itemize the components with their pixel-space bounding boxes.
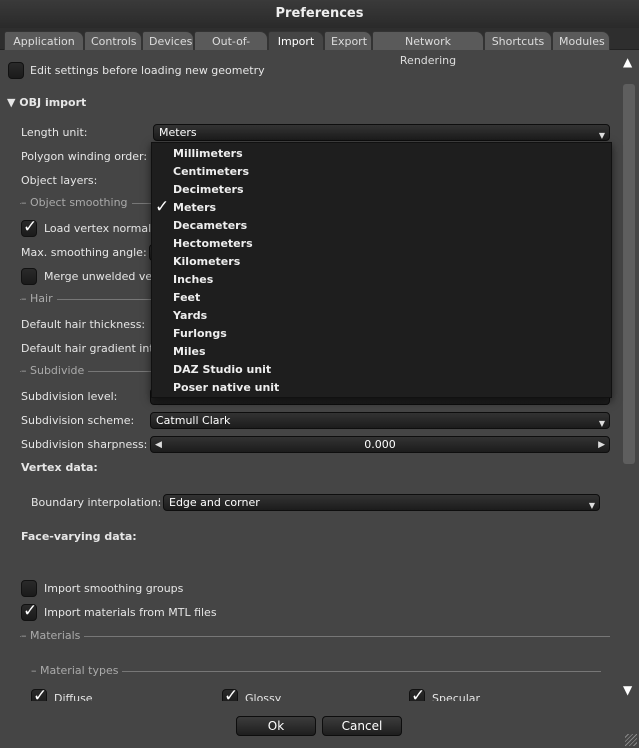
glossy-label: Glossy (245, 692, 282, 701)
specular-label: Specular (432, 692, 481, 701)
chevron-down-icon: ▼ (588, 501, 595, 510)
tab-devices[interactable]: Devices (142, 31, 194, 50)
length-unit-option[interactable]: Kilometers (173, 253, 240, 271)
resize-grip[interactable] (625, 734, 637, 746)
length-unit-option[interactable]: Furlongs (173, 325, 227, 343)
length-unit-option[interactable]: Inches (173, 271, 213, 289)
edit-settings-checkbox[interactable] (8, 62, 24, 79)
import-smoothing-groups-checkbox[interactable] (21, 580, 37, 597)
cancel-button[interactable]: Cancel (322, 716, 402, 736)
import-smoothing-groups-label: Import smoothing groups (44, 582, 184, 595)
load-vertex-normals-label: Load vertex normals (44, 222, 157, 235)
diffuse-checkbox[interactable] (31, 686, 47, 701)
checkmark-icon: ✓ (155, 197, 170, 217)
diffuse-label: Diffuse (54, 692, 93, 701)
tab-application[interactable]: Application (4, 31, 84, 50)
face-varying-heading: Face-varying data: (21, 530, 137, 543)
length-unit-option[interactable]: Hectometers (173, 235, 253, 253)
tab-shortcuts[interactable]: Shortcuts (484, 31, 552, 50)
scrollbar[interactable]: ▲ ▼ (622, 51, 637, 701)
object-layers-label: Object layers: (21, 174, 98, 187)
merge-unwelded-label: Merge unwelded ver (44, 270, 157, 283)
tab-bar: Application Controls Devices Out-of-core… (0, 28, 639, 67)
length-unit-option[interactable]: Decimeters (173, 181, 244, 199)
hair-thickness-label: Default hair thickness: (21, 318, 146, 331)
merge-unwelded-checkbox[interactable] (21, 268, 37, 285)
specular-checkbox[interactable] (409, 686, 425, 701)
tab-out-of-core[interactable]: Out-of-core (194, 31, 268, 50)
scroll-down-icon[interactable]: ▼ (623, 683, 632, 697)
subdivision-sharpness-label: Subdivision sharpness: (21, 438, 148, 451)
materials-header: – Materials (21, 629, 85, 642)
tab-import[interactable]: Import (268, 31, 324, 50)
scrollbar-thumb[interactable] (623, 84, 635, 464)
load-vertex-normals-checkbox[interactable] (21, 217, 37, 237)
obj-import-section-toggle[interactable]: ▼ OBJ import (7, 96, 86, 109)
subdivision-scheme-dropdown[interactable]: Catmull Clark ▼ (150, 412, 610, 429)
scroll-up-icon[interactable]: ▲ (623, 55, 632, 69)
import-materials-label: Import materials from MTL files (44, 606, 217, 619)
subdivision-scheme-value: Catmull Clark (156, 414, 231, 427)
tab-modules[interactable]: Modules (552, 31, 610, 50)
tab-network-rendering[interactable]: Network Rendering (372, 31, 484, 67)
hair-gradient-label: Default hair gradient inte (21, 342, 161, 355)
length-unit-option[interactable]: Yards (173, 307, 207, 325)
length-unit-option[interactable]: Feet (173, 289, 200, 307)
tab-export[interactable]: Export (324, 31, 372, 50)
boundary-interpolation-value: Edge and corner (169, 496, 260, 509)
polygon-winding-label: Polygon winding order: (21, 150, 148, 163)
edit-settings-label: Edit settings before loading new geometr… (30, 64, 265, 77)
length-unit-value: Meters (159, 126, 197, 139)
length-unit-option[interactable]: Meters (173, 199, 216, 217)
length-unit-dropdown[interactable]: Meters ▼ (153, 124, 610, 141)
ok-button[interactable]: Ok (236, 716, 316, 736)
subdivision-scheme-label: Subdivision scheme: (21, 414, 135, 427)
length-unit-dropdown-list: Millimeters Centimeters Decimeters ✓ Meters D… (151, 142, 612, 398)
max-smoothing-angle-label: Max. smoothing angle: (21, 246, 147, 259)
chevron-down-icon: ▼ (598, 419, 605, 428)
title-bar: Preferences (0, 0, 639, 28)
length-unit-option[interactable]: Millimeters (173, 145, 243, 163)
length-unit-option[interactable]: Miles (173, 343, 206, 361)
subdivide-header: – Subdivide (21, 364, 89, 377)
object-smoothing-header: – Object smoothing (21, 196, 132, 209)
length-unit-option[interactable]: Decameters (173, 217, 247, 235)
length-unit-label: Length unit: (21, 126, 88, 139)
subdivision-level-label: Subdivision level: (21, 390, 118, 403)
import-materials-checkbox[interactable] (21, 601, 37, 621)
material-types-header: – Material types (31, 664, 123, 677)
length-unit-option[interactable]: Centimeters (173, 163, 249, 181)
subdivision-sharpness-value: 0.000 (364, 438, 396, 451)
subdivision-sharpness-slider[interactable]: ◀ 0.000 ▶ (150, 436, 610, 453)
boundary-interpolation-dropdown[interactable]: Edge and corner ▼ (163, 494, 600, 511)
hair-header: – Hair (21, 292, 57, 305)
glossy-checkbox[interactable] (222, 686, 238, 701)
boundary-interpolation-label: Boundary interpolation: (31, 496, 162, 509)
tab-controls[interactable]: Controls (84, 31, 142, 50)
length-unit-option[interactable]: DAZ Studio unit (173, 361, 271, 379)
length-unit-option[interactable]: Poser native unit (173, 379, 279, 397)
vertex-data-heading: Vertex data: (21, 461, 98, 474)
chevron-down-icon: ▼ (598, 131, 605, 140)
arrow-right-icon[interactable]: ▶ (598, 438, 605, 453)
